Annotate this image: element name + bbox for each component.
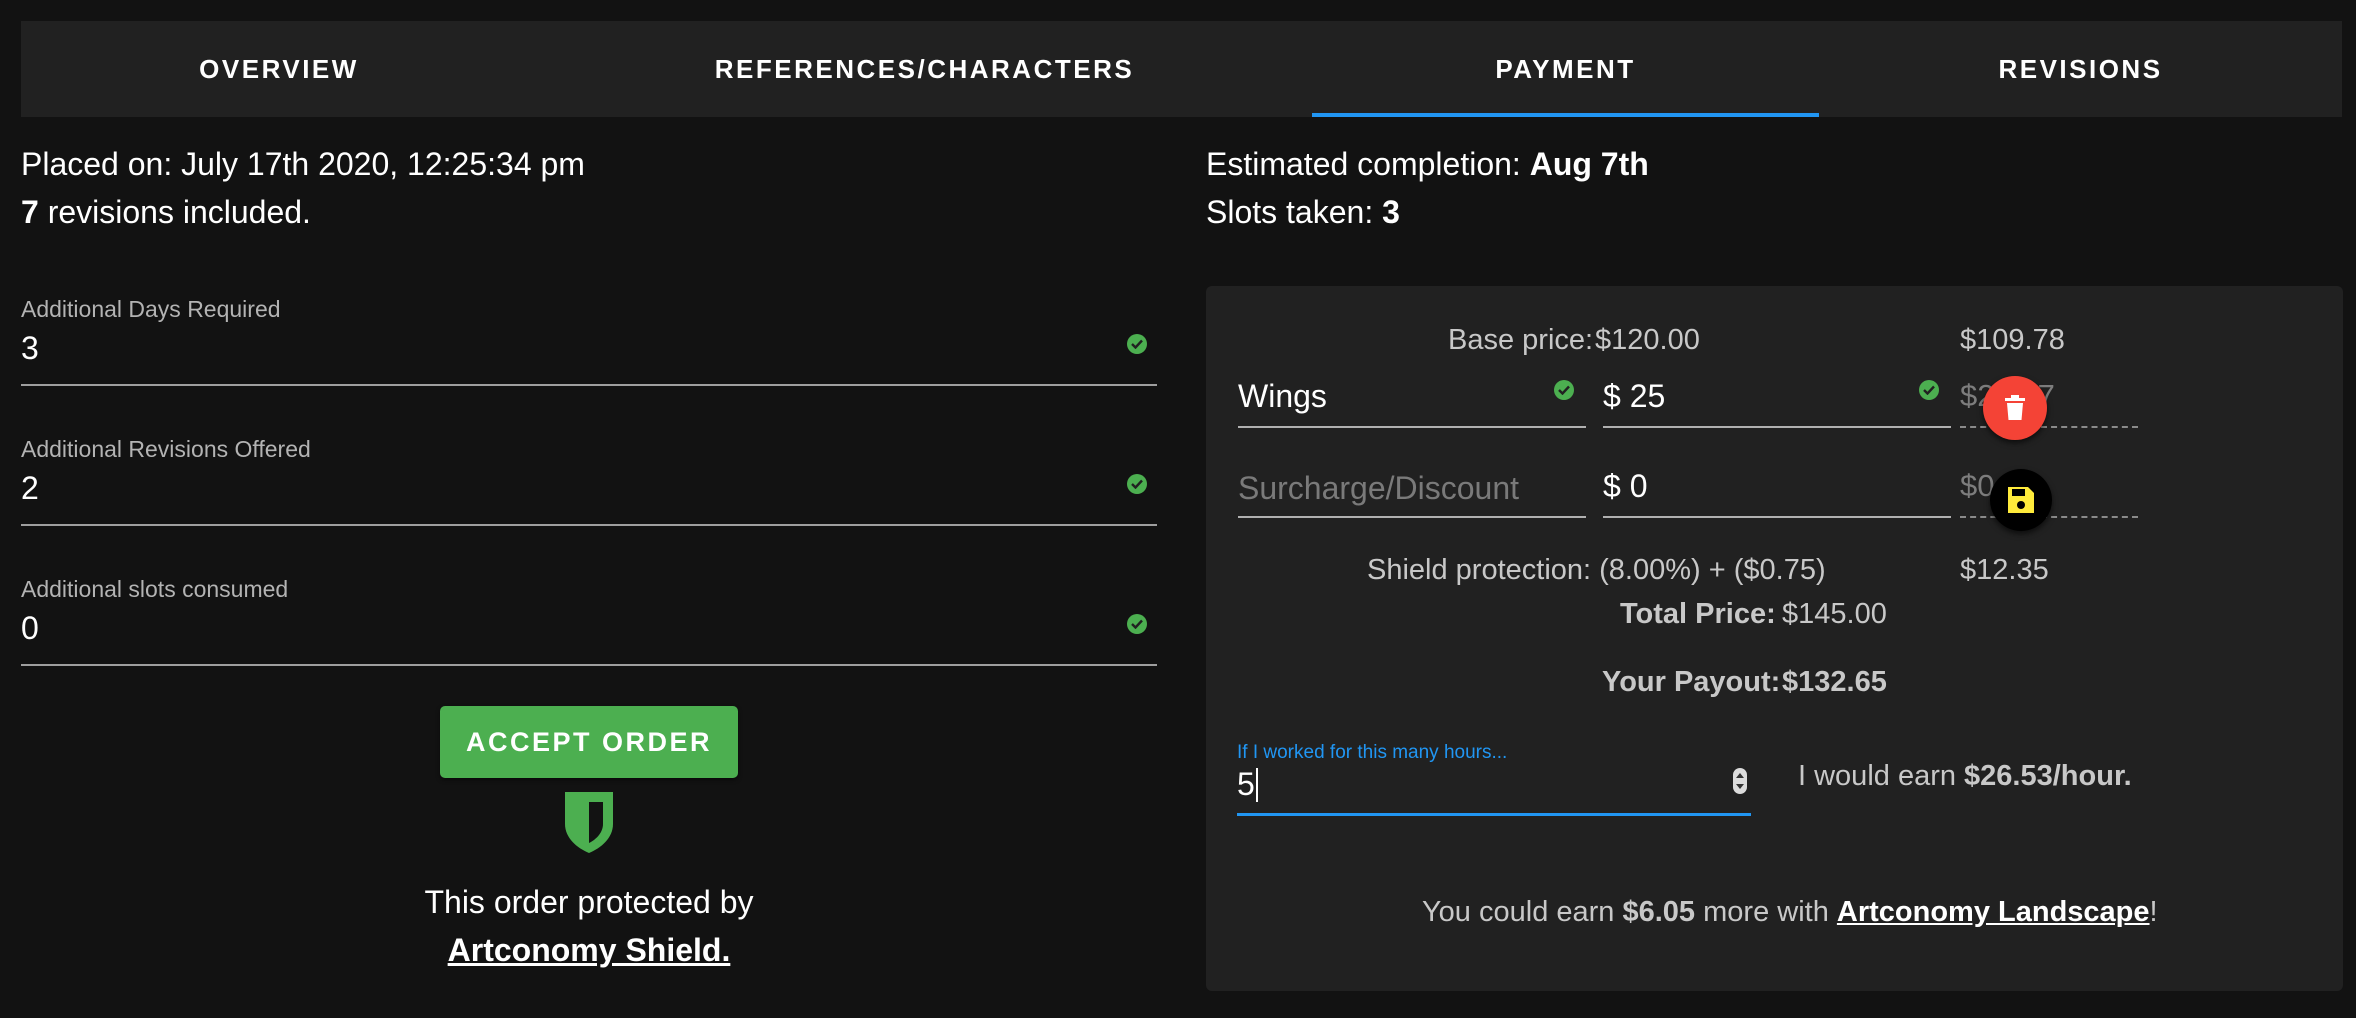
additional-slots-label: Additional slots consumed (21, 576, 289, 602)
slots-taken-value: 3 (1382, 194, 1400, 230)
protection-text: This order protected by (424, 884, 754, 920)
surcharge-amount-input[interactable]: $ 0 (1603, 468, 1647, 505)
shield-icon (565, 792, 613, 853)
tab-overview[interactable]: OVERVIEW (21, 21, 537, 117)
additional-revisions-field[interactable]: Additional Revisions Offered 2 (21, 436, 1157, 526)
number-spinner[interactable] (1733, 768, 1747, 794)
revisions-count: 7 (21, 194, 39, 230)
price-card: Base price: $120.00 $109.78 Wings $ 25 $… (1206, 286, 2343, 991)
slots-taken: Slots taken: 3 (1206, 188, 1649, 236)
text-cursor (1256, 768, 1258, 802)
surcharge-name-input[interactable]: Surcharge/Discount (1238, 470, 1519, 507)
hourly-earnings-value: $26.53/hour. (1964, 760, 2132, 792)
additional-slots-field[interactable]: Additional slots consumed 0 (21, 576, 1157, 666)
delete-line-item-button[interactable] (1983, 376, 2047, 440)
hours-worked-input[interactable]: 5 (1237, 766, 1255, 803)
artconomy-shield-link[interactable]: Artconomy Shield. (448, 932, 731, 968)
slots-taken-label: Slots taken: (1206, 194, 1383, 230)
placed-on-text: Placed on: July 17th 2020, 12:25:34 pm (21, 146, 585, 182)
trash-icon (2005, 395, 2025, 420)
line-item-name-field[interactable]: Wings (1238, 368, 1586, 428)
completion-info: Estimated completion: Aug 7th Slots take… (1206, 140, 1649, 236)
base-price-net: $109.78 (1960, 324, 2065, 356)
estimated-completion: Estimated completion: Aug 7th (1206, 140, 1649, 188)
base-price-value: $120.00 (1595, 324, 1700, 356)
upsell-amount: $6.05 (1622, 896, 1696, 928)
total-price-value: $145.00 (1782, 598, 1887, 630)
check-circle-icon (1127, 614, 1147, 634)
check-circle-icon (1554, 380, 1574, 400)
floppy-disk-icon (2008, 487, 2034, 513)
accept-order-button[interactable]: ACCEPT ORDER (440, 706, 738, 778)
total-price-label: Total Price: (1620, 598, 1776, 630)
tab-bar: OVERVIEW REFERENCES/CHARACTERS PAYMENT R… (21, 21, 2342, 117)
your-payout-label: Your Payout: (1602, 666, 1781, 698)
revisions-included-label: revisions included. (38, 194, 311, 230)
surcharge-amount-field[interactable]: $ 0 (1603, 458, 1951, 518)
base-price-label: Base price: (1448, 324, 1594, 356)
upsell-suffix: ! (2149, 896, 2158, 928)
additional-days-input[interactable]: 3 (21, 330, 39, 367)
additional-days-field[interactable]: Additional Days Required 3 (21, 296, 1157, 386)
tab-payment[interactable]: PAYMENT (1312, 21, 1819, 117)
additional-days-label: Additional Days Required (21, 296, 281, 322)
upsell-prefix: You could earn (1422, 896, 1623, 928)
additional-slots-input[interactable]: 0 (21, 610, 39, 647)
tab-revisions[interactable]: REVISIONS (1819, 21, 2342, 117)
your-payout-value: $132.65 (1782, 666, 1887, 698)
shield-protection-value: $12.35 (1960, 554, 2049, 586)
line-item-amount-input[interactable]: $ 25 (1603, 378, 1665, 415)
additional-revisions-label: Additional Revisions Offered (21, 436, 311, 462)
check-circle-icon (1127, 474, 1147, 494)
hourly-earnings-prefix: I would earn (1798, 760, 1965, 792)
order-summary: Placed on: July 17th 2020, 12:25:34 pm 7… (21, 140, 1157, 236)
hours-worked-field[interactable]: If I worked for this many hours... 5 (1237, 742, 1751, 816)
upsell-text: You could earn $6.05 more with Artconomy… (1422, 896, 2158, 929)
artconomy-landscape-link[interactable]: Artconomy Landscape (1837, 896, 2150, 928)
upsell-middle: more with (1695, 896, 1837, 928)
top-strip (0, 0, 2356, 20)
additional-revisions-input[interactable]: 2 (21, 470, 39, 507)
line-item-name-input[interactable]: Wings (1238, 378, 1327, 415)
save-line-item-button[interactable] (1990, 469, 2052, 531)
shield-protection-label: Shield protection: (8.00%) + ($0.75) (1367, 554, 1826, 586)
hourly-earnings-text: I would earn $26.53/hour. (1798, 760, 2132, 793)
surcharge-name-field[interactable]: Surcharge/Discount (1238, 458, 1586, 518)
revisions-included-text: 7 revisions included. (21, 188, 1157, 236)
protection-notice: This order protected by Artconomy Shield… (287, 878, 891, 974)
line-item-amount-field[interactable]: $ 25 (1603, 368, 1951, 428)
hours-worked-label: If I worked for this many hours... (1237, 742, 1508, 763)
estimated-completion-label: Estimated completion: (1206, 146, 1530, 182)
check-circle-icon (1919, 380, 1939, 400)
estimated-completion-value: Aug 7th (1529, 146, 1649, 182)
check-circle-icon (1127, 334, 1147, 354)
tab-references-characters[interactable]: REFERENCES/CHARACTERS (537, 21, 1312, 117)
